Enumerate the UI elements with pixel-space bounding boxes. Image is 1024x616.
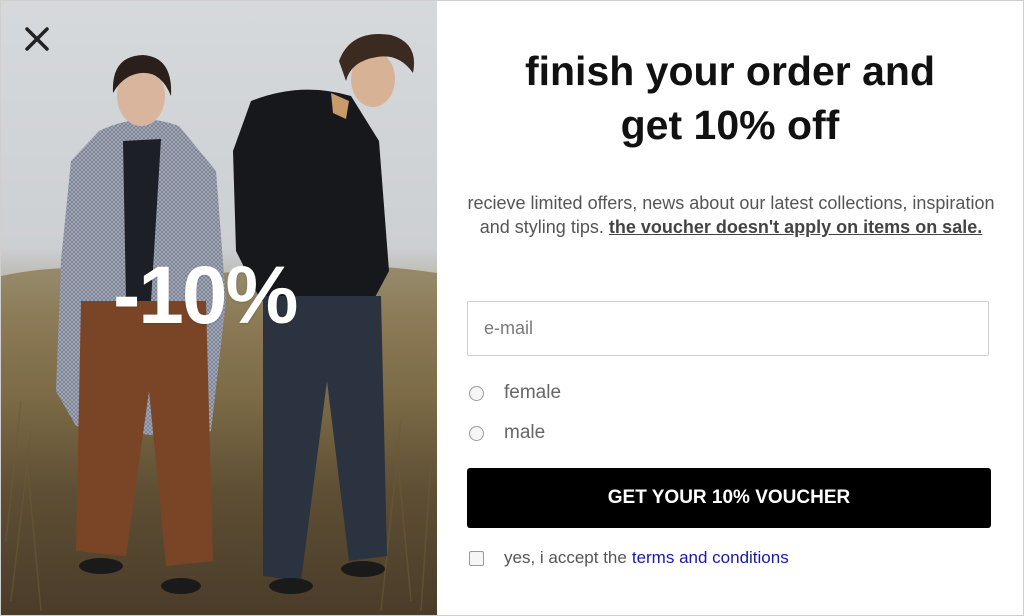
get-voucher-button[interactable]: GET YOUR 10% VOUCHER — [467, 468, 991, 528]
female-radio[interactable] — [469, 385, 484, 401]
close-button[interactable] — [21, 23, 53, 55]
voucher-disclaimer: the voucher doesn't apply on items on sa… — [608, 217, 983, 237]
terms-link[interactable]: terms and conditions — [632, 548, 789, 568]
popup-title-line2: get 10% off — [620, 102, 840, 148]
male-radio[interactable] — [469, 425, 484, 441]
terms-checkbox[interactable] — [469, 550, 484, 566]
gender-option-female[interactable]: female — [469, 382, 561, 404]
voucher-popup: -10% finish your order and get 10% off r… — [0, 0, 1024, 616]
promo-photo: -10% — [1, 1, 437, 615]
popup-description: recieve limited offers, news about our l… — [461, 191, 1001, 239]
female-label: female — [504, 382, 562, 403]
terms-consent: yes, i accept the terms and conditions — [469, 548, 789, 568]
male-label: male — [504, 422, 546, 443]
email-field[interactable] — [467, 301, 989, 356]
popup-title-line1: finish your order and — [524, 48, 936, 94]
signup-form: finish your order and get 10% off reciev… — [437, 1, 1023, 615]
discount-overlay-text: -10% — [113, 250, 298, 341]
terms-prefix: yes, i accept the — [504, 548, 627, 567]
gender-option-male[interactable]: male — [469, 422, 545, 444]
close-icon[interactable] — [21, 23, 53, 55]
